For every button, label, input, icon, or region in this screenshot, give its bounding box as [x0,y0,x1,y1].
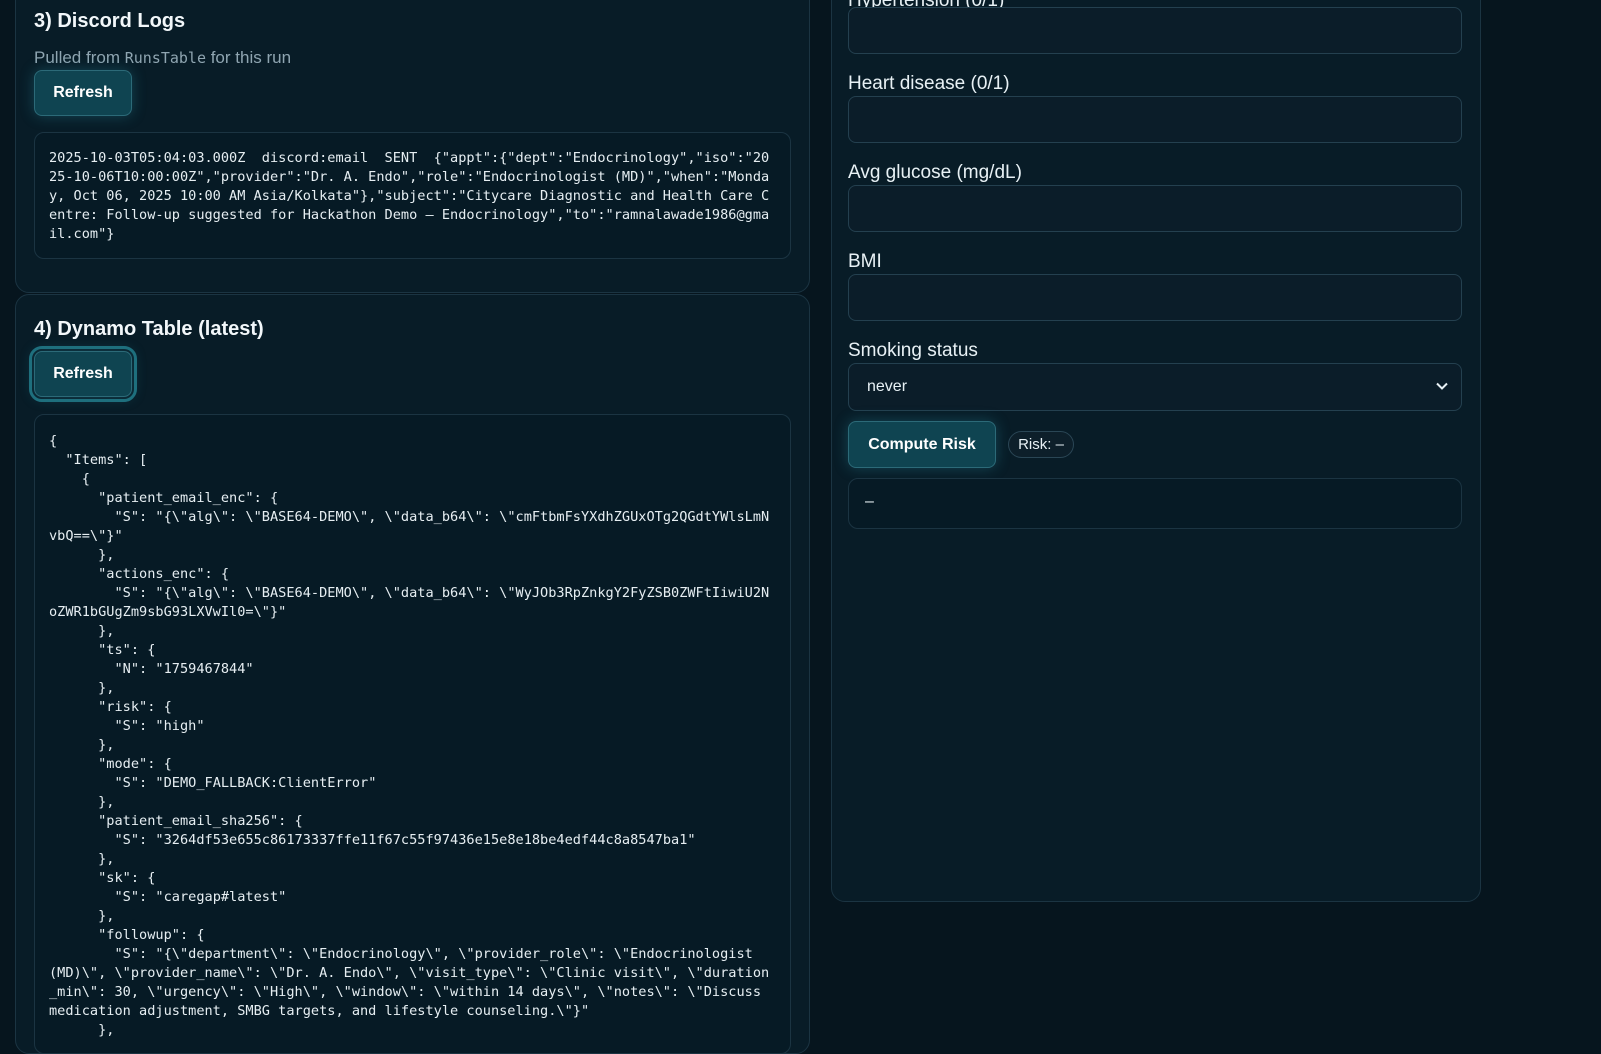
dynamo-refresh-button[interactable]: Refresh [29,346,137,402]
risk-status-badge: Risk: – [1008,431,1074,458]
bmi-label: BMI [848,251,882,272]
heart-disease-label: Heart disease (0/1) [848,73,1010,94]
smoking-status-label: Smoking status [848,340,978,361]
smoking-status-value: never [867,378,908,395]
hypertension-input[interactable] [848,7,1462,54]
smoking-status-select[interactable]: never [848,363,1462,411]
discord-refresh-button[interactable]: Refresh [34,70,132,116]
discord-logs-title: 3) Discord Logs [34,10,186,32]
chevron-down-icon [1436,382,1448,390]
subtitle-prefix: Pulled from [34,48,125,67]
heart-disease-input[interactable] [848,96,1462,143]
dynamo-table-title: 4) Dynamo Table (latest) [34,318,264,340]
dynamo-json-output: { "Items": [ { "patient_email_enc": { "S… [34,414,791,1054]
subtitle-suffix: for this run [205,48,292,67]
risk-output: – [848,478,1462,529]
discord-logs-subtitle: Pulled from RunsTable for this run [34,48,291,68]
avg-glucose-input[interactable] [848,185,1462,232]
avg-glucose-label: Avg glucose (mg/dL) [848,162,1022,183]
bmi-input[interactable] [848,274,1462,321]
discord-log-output: 2025-10-03T05:04:03.000Z discord:email S… [34,132,791,259]
subtitle-code: RunsTable [124,49,206,67]
compute-risk-button[interactable]: Compute Risk [848,421,996,468]
